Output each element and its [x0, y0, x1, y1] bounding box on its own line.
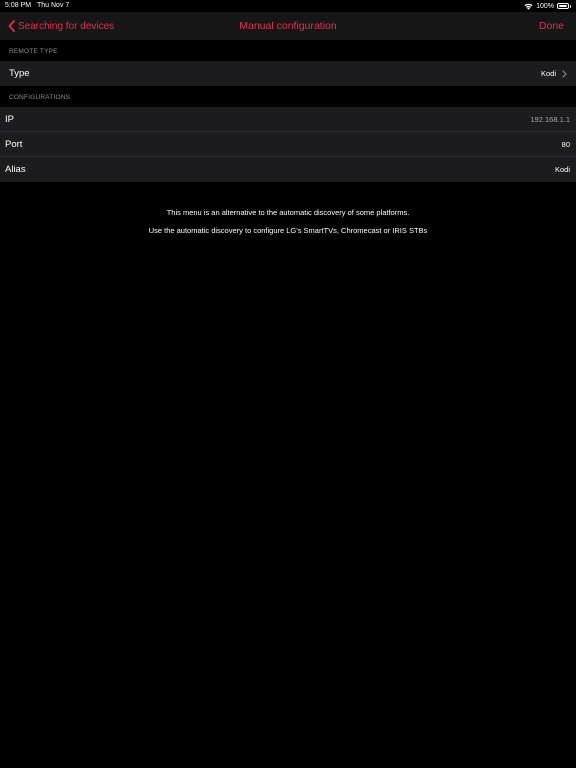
alias-value[interactable]: Kodi — [555, 157, 570, 182]
battery-tip — [570, 4, 571, 8]
port-row[interactable]: Port 80 — [0, 132, 576, 157]
section-header-remote-type: REMOTE TYPE — [9, 48, 58, 55]
ip-value[interactable]: 192.168.1.1 — [530, 107, 570, 132]
page-title: Manual configuration — [239, 20, 337, 32]
port-value[interactable]: 80 — [562, 132, 570, 157]
ip-row[interactable]: IP 192.168.1.1 — [0, 107, 576, 132]
alias-row[interactable]: Alias Kodi — [0, 157, 576, 182]
alias-label: Alias — [5, 164, 26, 175]
status-date: Thu Nov 7 — [37, 2, 70, 9]
navigation-bar: Searching for devices Manual configurati… — [0, 12, 576, 40]
type-label: Type — [9, 68, 30, 79]
status-indicators: 100% — [524, 1, 571, 11]
info-note-1: This menu is an alternative to the autom… — [166, 208, 410, 217]
type-row[interactable]: Type Kodi — [0, 61, 576, 86]
chevron-right-icon — [562, 61, 567, 86]
port-label: Port — [5, 139, 23, 150]
battery-percent: 100% — [536, 2, 554, 10]
status-bar: 5:08 PM Thu Nov 7 100% — [0, 0, 576, 12]
type-value: Kodi — [540, 69, 556, 78]
section-header-configurations: CONFIGURATIONS — [9, 94, 71, 101]
ip-label: IP — [5, 114, 14, 125]
status-time: 5:08 PM — [5, 2, 32, 9]
wifi-icon — [524, 3, 533, 10]
done-button[interactable]: Done — [539, 12, 564, 40]
info-note-2: Use the automatic discovery to configure… — [148, 226, 428, 235]
battery-icon — [557, 3, 569, 9]
